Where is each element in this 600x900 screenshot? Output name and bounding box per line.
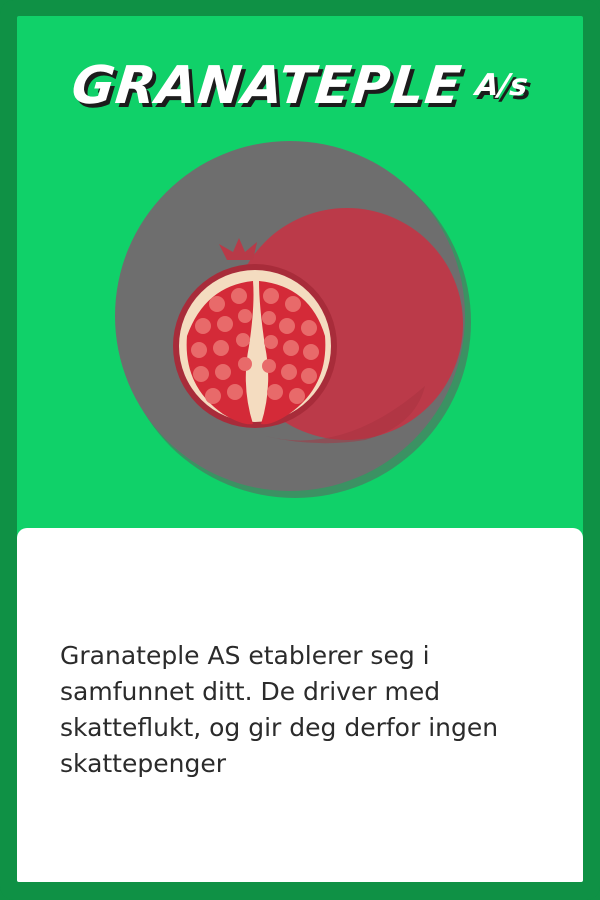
card: GRANATEPLE A/s Granateple AS etablerer s… bbox=[0, 0, 600, 900]
description-panel: Granateple AS etablerer seg i samfunnet … bbox=[17, 528, 583, 882]
card-title: GRANATEPLE A/s bbox=[68, 46, 532, 126]
card-title-text: GRANATEPLE bbox=[69, 56, 465, 116]
pomegranate-icon bbox=[115, 141, 471, 498]
card-description: Granateple AS etablerer seg i samfunnet … bbox=[60, 641, 499, 778]
title-area: GRANATEPLE A/s bbox=[17, 46, 583, 126]
card-title-suffix: A/s bbox=[473, 68, 530, 103]
